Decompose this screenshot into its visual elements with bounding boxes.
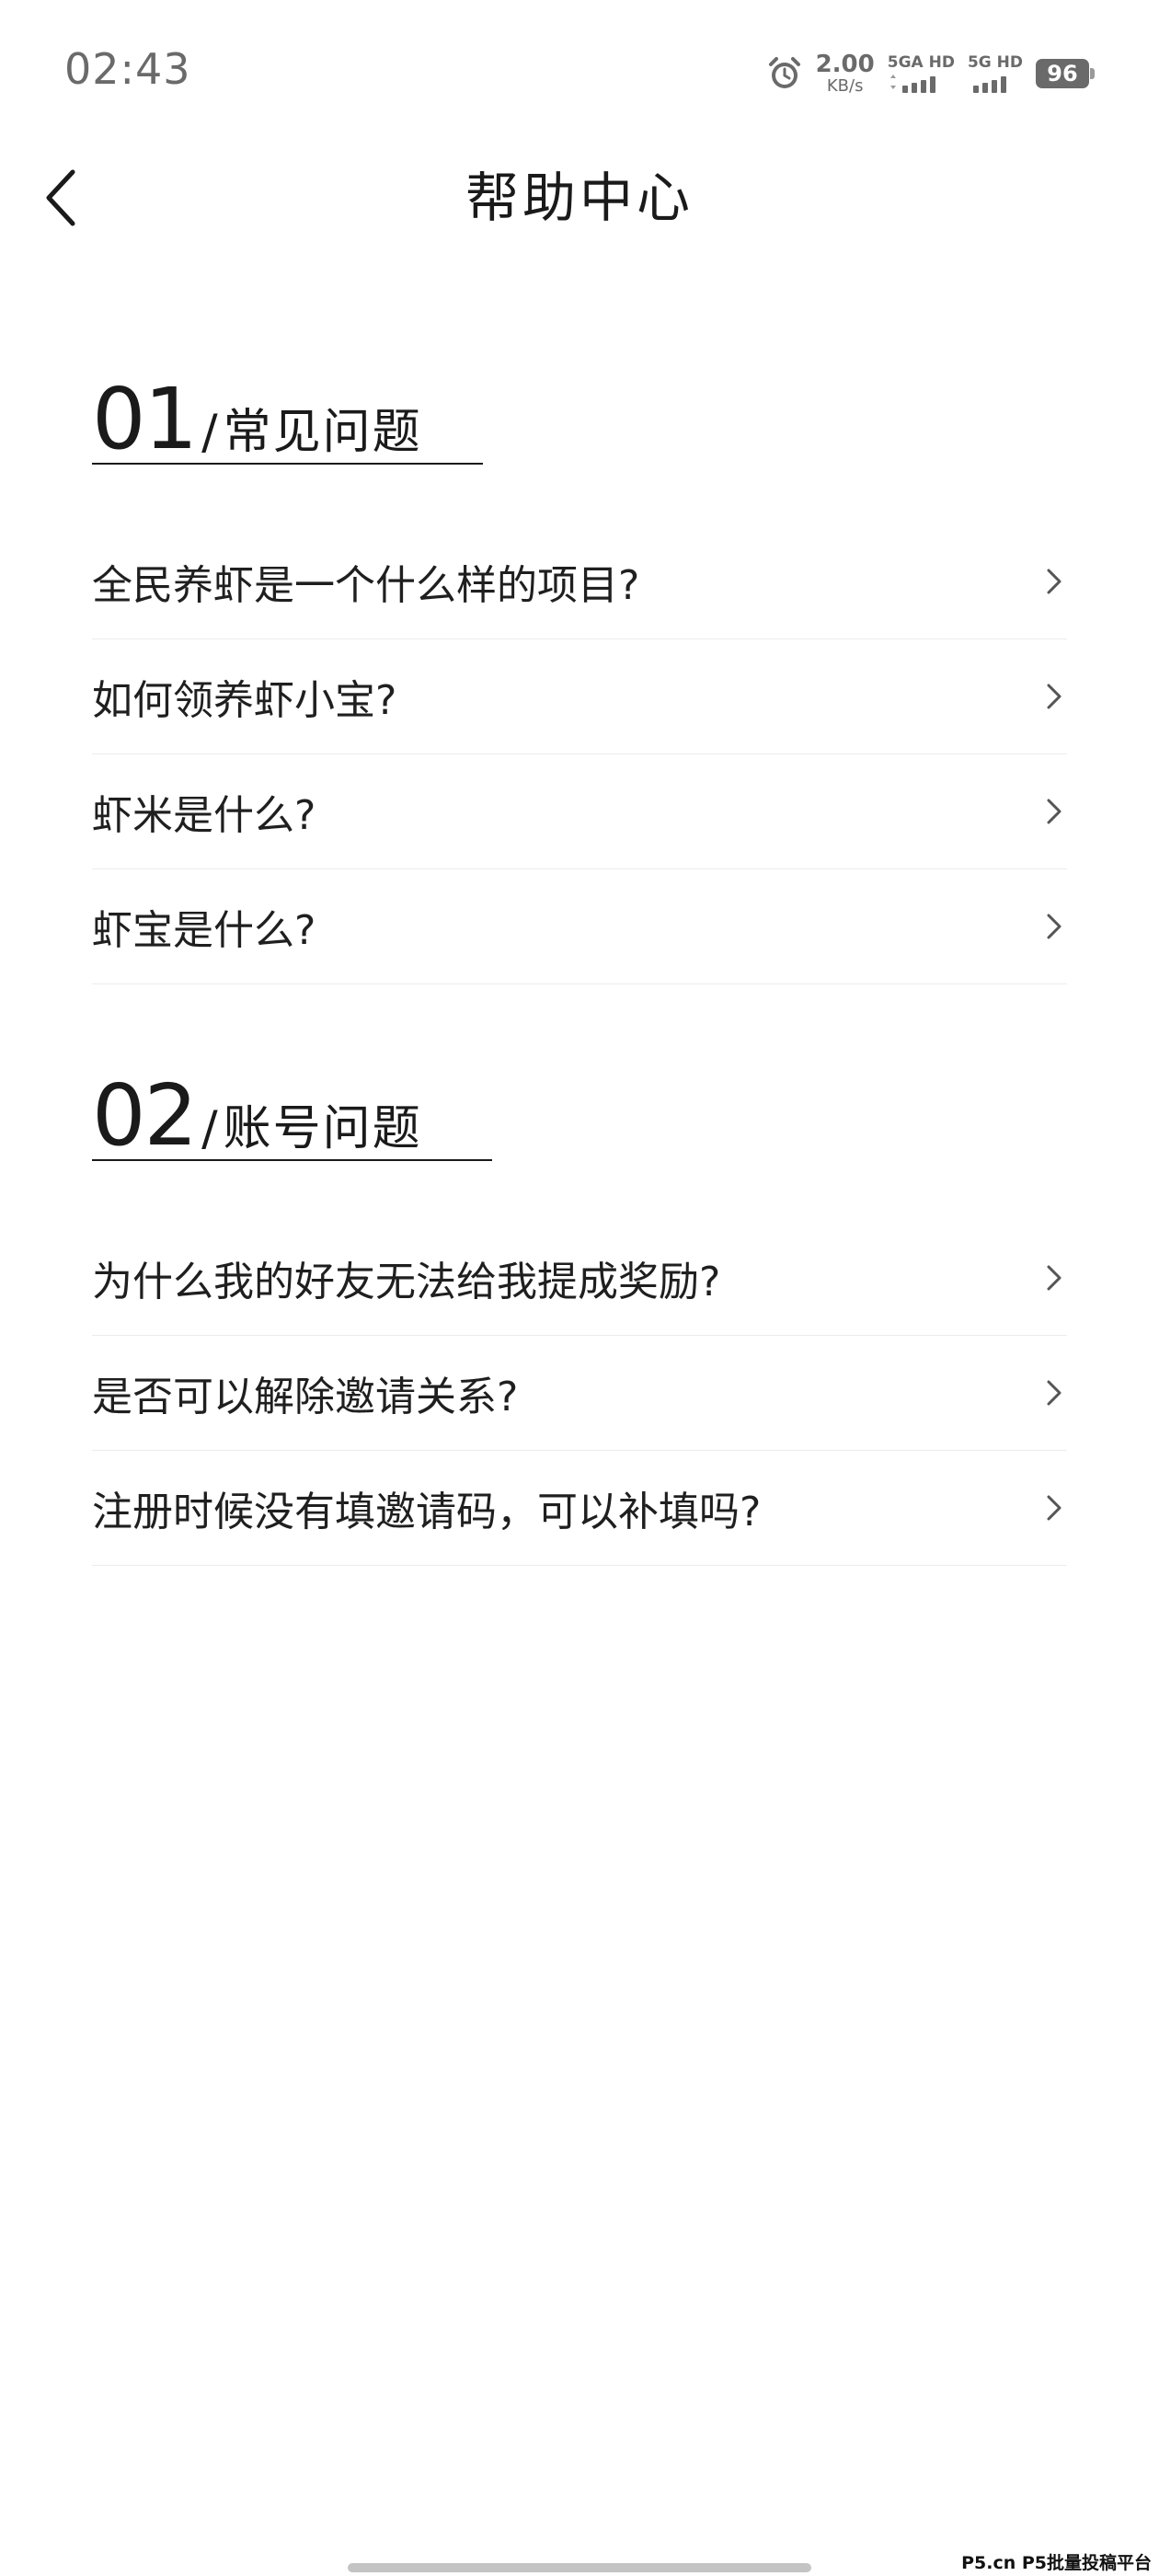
section-slash: / <box>201 405 218 460</box>
section-title: 常见问题 <box>223 405 422 460</box>
watermark: P5.cn P5批量投稿平台 <box>961 2553 1152 2573</box>
section-account-questions: 02 / 账号问题 为什么我的好友无法给我提成奖励? 是否可以解除邀请关系? 注… <box>92 1064 1067 1566</box>
faq-question: 虾宝是什么? <box>92 907 316 954</box>
section-slash: / <box>201 1101 218 1156</box>
section-underline <box>92 1159 492 1161</box>
sim2-label: 5G HD <box>967 52 1023 72</box>
section-title: 账号问题 <box>223 1101 422 1156</box>
signal-bars-icon <box>972 75 1006 93</box>
faq-list: 为什么我的好友无法给我提成奖励? 是否可以解除邀请关系? 注册时候没有填邀请码，… <box>92 1221 1067 1566</box>
signal-bars-icon <box>889 74 935 93</box>
status-icons: 2.00 KB/s 5GA HD 5G HD 96 <box>766 46 1095 101</box>
sim2-signal: 5G HD <box>967 52 1023 93</box>
header: 帮助中心 <box>0 138 1159 248</box>
faq-item[interactable]: 如何领养虾小宝? <box>92 639 1067 754</box>
faq-item[interactable]: 虾米是什么? <box>92 754 1067 869</box>
status-bar: 02:43 2.00 KB/s 5GA HD 5G HD 96 <box>0 0 1159 138</box>
section-common-questions: 01 / 常见问题 全民养虾是一个什么样的项目? 如何领养虾小宝? 虾米是什么?… <box>92 368 1067 984</box>
chevron-right-icon <box>1047 684 1061 709</box>
network-speed-unit: KB/s <box>826 76 864 96</box>
section-heading: 01 / 常见问题 <box>92 368 1067 465</box>
section-underline <box>92 463 483 465</box>
faq-question: 如何领养虾小宝? <box>92 677 397 724</box>
battery-cap <box>1090 68 1095 79</box>
section-heading: 02 / 账号问题 <box>92 1064 1067 1161</box>
faq-item[interactable]: 注册时候没有填邀请码，可以补填吗? <box>92 1451 1067 1566</box>
chevron-right-icon <box>1047 569 1061 594</box>
faq-item[interactable]: 为什么我的好友无法给我提成奖励? <box>92 1221 1067 1336</box>
faq-item[interactable]: 虾宝是什么? <box>92 869 1067 984</box>
faq-question: 全民养虾是一个什么样的项目? <box>92 562 640 609</box>
chevron-right-icon <box>1047 1265 1061 1291</box>
section-number: 01 <box>92 370 198 468</box>
page-title: 帮助中心 <box>465 167 694 229</box>
battery-level: 96 <box>1036 59 1089 88</box>
battery-icon: 96 <box>1036 59 1095 88</box>
faq-question: 是否可以解除邀请关系? <box>92 1374 519 1420</box>
network-speed: 2.00 KB/s <box>816 52 875 95</box>
chevron-right-icon <box>1047 914 1061 939</box>
faq-item[interactable]: 全民养虾是一个什么样的项目? <box>92 524 1067 639</box>
chevron-right-icon <box>1047 799 1061 824</box>
section-number: 02 <box>92 1066 198 1165</box>
home-indicator[interactable] <box>348 2563 811 2572</box>
alarm-icon <box>768 57 800 88</box>
faq-question: 注册时候没有填邀请码，可以补填吗? <box>92 1489 762 1535</box>
chevron-right-icon <box>1047 1495 1061 1521</box>
faq-list: 全民养虾是一个什么样的项目? 如何领养虾小宝? 虾米是什么? 虾宝是什么? <box>92 524 1067 984</box>
faq-question: 虾米是什么? <box>92 792 316 839</box>
sim1-label: 5GA HD <box>887 52 955 72</box>
faq-question: 为什么我的好友无法给我提成奖励? <box>92 1259 721 1305</box>
status-time: 02:43 <box>64 44 191 94</box>
faq-item[interactable]: 是否可以解除邀请关系? <box>92 1336 1067 1451</box>
network-speed-value: 2.00 <box>815 51 875 78</box>
sim1-signal: 5GA HD <box>887 52 955 93</box>
chevron-right-icon <box>1047 1380 1061 1406</box>
